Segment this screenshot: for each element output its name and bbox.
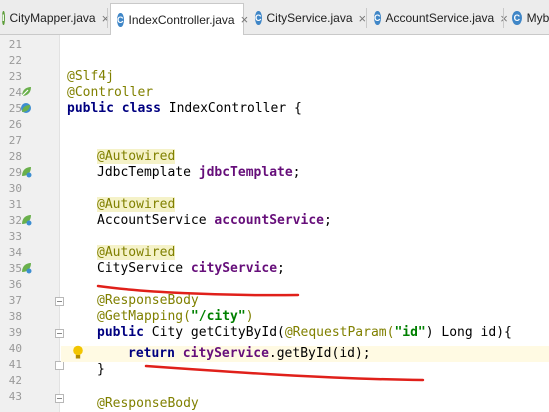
line-number: 38 [8, 310, 22, 323]
line-number: 39 [8, 326, 22, 339]
string-literal: "/city" [190, 309, 246, 324]
spring-web-icon[interactable] [20, 102, 32, 114]
code-line: @Autowired [97, 245, 176, 261]
semicolon: ; [323, 213, 332, 228]
closing-brace: } [97, 362, 105, 377]
code-line: } [97, 362, 105, 378]
annotation: @ResponseBody [97, 293, 199, 308]
code-line: JdbcTemplate jdbcTemplate; [97, 165, 301, 181]
line-number: 29 [8, 166, 22, 179]
tab-label: Myba [526, 11, 549, 25]
string-literal: "id" [394, 325, 426, 340]
lightbulb-icon[interactable] [72, 345, 84, 360]
field-name: cityService [182, 346, 269, 361]
line-number: 25 [8, 102, 22, 115]
tab-indexcontroller[interactable]: C IndexController.java × [110, 3, 248, 35]
annotation: ) [245, 309, 254, 324]
keyword: return [128, 346, 175, 361]
code-line: @Autowired [97, 197, 176, 213]
code-line: @Controller [67, 85, 153, 101]
close-icon[interactable]: × [102, 11, 110, 26]
annotation: @RequestParam( [284, 325, 395, 340]
close-icon[interactable]: × [359, 11, 367, 26]
code-line: AccountService accountService; [97, 213, 332, 229]
line-number: 36 [8, 278, 22, 291]
keyword: class [121, 101, 161, 116]
line-number: 41 [8, 358, 22, 371]
line-number: 28 [8, 150, 22, 163]
code-line: @Slf4j [67, 69, 114, 85]
line-number: 40 [8, 342, 22, 355]
interface-icon: I [2, 11, 5, 25]
semicolon: ; [277, 261, 285, 276]
line-number: 32 [8, 214, 22, 227]
close-icon[interactable]: × [241, 12, 249, 27]
type-name: JdbcTemplate [97, 165, 199, 180]
tab-divider [107, 8, 108, 28]
keyword: public [97, 325, 144, 340]
tab-label: CityService.java [266, 11, 353, 25]
tab-divider [366, 8, 367, 28]
line-number: 33 [8, 230, 22, 243]
code-line: @Autowired [97, 149, 176, 165]
code-line: @ResponseBody [97, 396, 199, 412]
line-number: 27 [8, 134, 22, 147]
tab-label: CityMapper.java [9, 11, 96, 25]
code-line: public City getCityById(@RequestParam("i… [97, 325, 512, 341]
code-line: return cityService.getById(id); [128, 346, 371, 362]
code-line: @GetMapping("/city") [97, 309, 254, 325]
field-name: accountService [214, 213, 324, 228]
line-number: 24 [8, 86, 22, 99]
annotation: @Autowired [97, 149, 176, 164]
type-name: CityService [97, 261, 191, 276]
line-number: 43 [8, 390, 22, 403]
annotation: @GetMapping( [97, 309, 191, 324]
code-line: public class IndexController { [67, 101, 302, 117]
code-line: CityService cityService; [97, 261, 285, 277]
method-signature: City getCityById( [143, 325, 285, 340]
annotation: @Autowired [97, 245, 176, 260]
line-number: 23 [8, 70, 22, 83]
field-name: jdbcTemplate [198, 165, 293, 180]
line-number: 31 [8, 198, 22, 211]
type-name: AccountService [97, 213, 215, 228]
line-number: 26 [8, 118, 22, 131]
annotation: @Autowired [97, 197, 176, 212]
code-line: @ResponseBody [97, 293, 199, 309]
class-icon: C [255, 11, 262, 25]
tab-cityservice[interactable]: C CityService.java × [249, 3, 367, 33]
spring-bean-icon[interactable] [20, 86, 32, 98]
annotation: @ResponseBody [97, 396, 199, 411]
tab-mybatis[interactable]: C Myba [506, 3, 549, 33]
class-declaration: IndexController { [160, 101, 302, 116]
annotation: @Slf4j [67, 69, 114, 84]
line-number: 35 [8, 262, 22, 275]
line-number: 37 [8, 294, 22, 307]
line-number: 42 [8, 374, 22, 387]
method-call: .getById(id); [268, 346, 371, 361]
method-signature: ) Long id){ [425, 325, 512, 340]
field-name: cityService [190, 261, 278, 276]
autowired-bean-icon[interactable] [20, 166, 32, 178]
editor-tab-bar: I CityMapper.java × C IndexController.ja… [0, 0, 549, 35]
class-icon: C [374, 11, 381, 25]
tab-accountservice[interactable]: C AccountService.java × [368, 3, 508, 33]
annotation: @Controller [67, 85, 154, 100]
keyword: public [67, 101, 114, 116]
tab-label: IndexController.java [128, 12, 235, 27]
tab-divider [503, 8, 504, 28]
line-number: 30 [8, 182, 22, 195]
autowired-bean-icon[interactable] [20, 262, 32, 274]
line-number: 21 [8, 38, 22, 51]
tab-citymapper[interactable]: I CityMapper.java × [0, 3, 109, 33]
semicolon: ; [292, 165, 301, 180]
class-icon: C [117, 12, 124, 27]
line-number: 34 [8, 246, 22, 259]
line-number: 22 [8, 54, 22, 67]
autowired-bean-icon[interactable] [20, 214, 32, 226]
class-icon: C [512, 11, 522, 25]
tab-label: AccountService.java [385, 11, 495, 25]
